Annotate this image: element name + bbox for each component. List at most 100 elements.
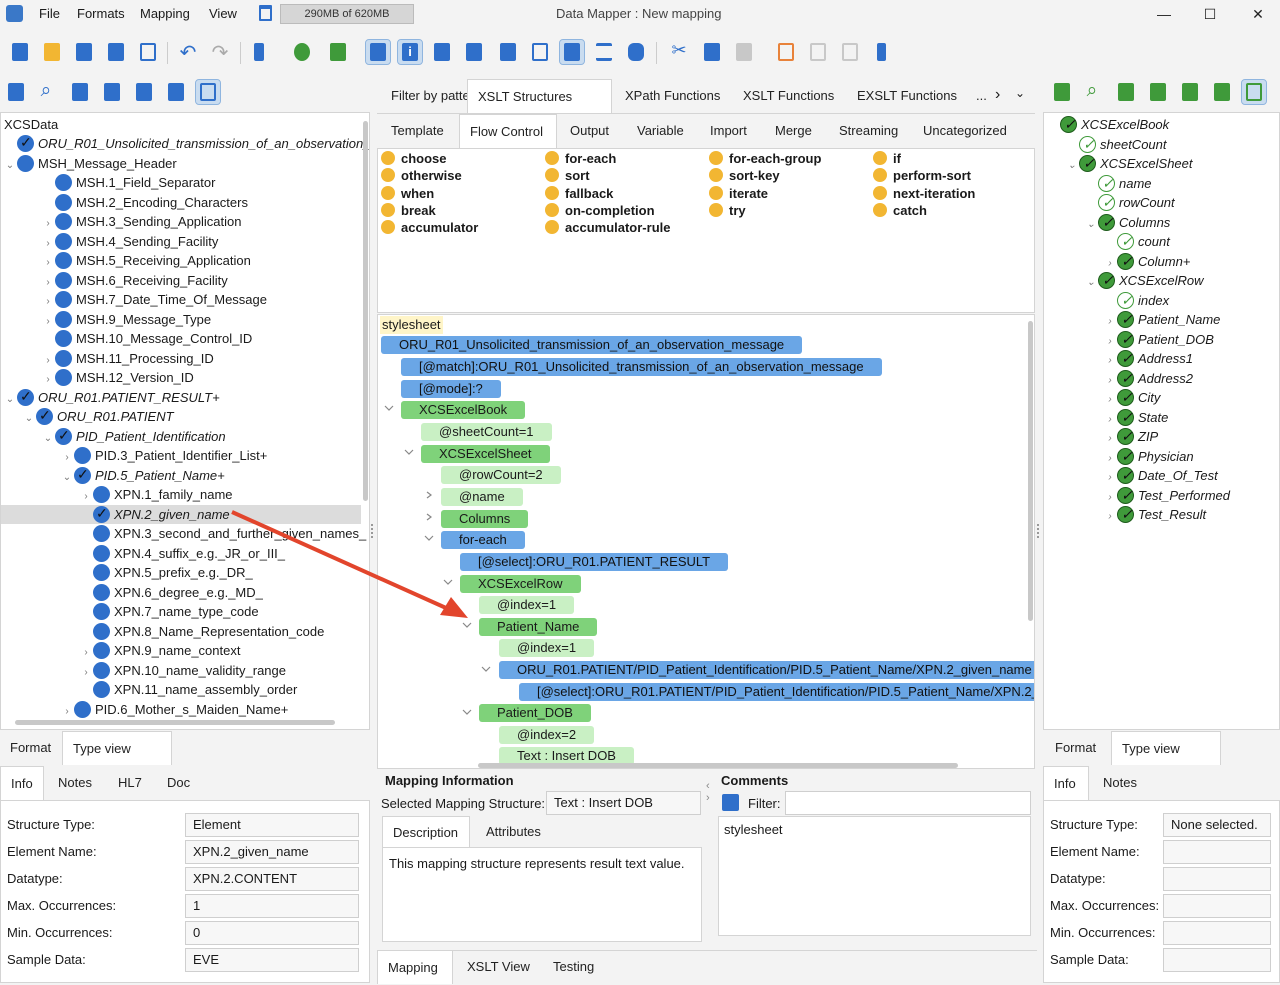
property-value[interactable]: 1 bbox=[185, 894, 359, 918]
expand-icon[interactable]: › bbox=[41, 253, 55, 272]
paste-icon[interactable] bbox=[732, 40, 756, 64]
target-tree-row[interactable]: › City bbox=[1044, 388, 1274, 407]
expand-icon[interactable]: ⌄ bbox=[1084, 215, 1098, 234]
undo-icon[interactable]: ↶ bbox=[176, 40, 200, 64]
expand-icon[interactable]: ⌄ bbox=[22, 409, 36, 428]
tree-row[interactable]: › PID.6_Mother_s_Maiden_Name+ bbox=[1, 700, 361, 719]
expand-icon[interactable]: › bbox=[1103, 351, 1117, 370]
tab-notes-right[interactable]: Notes bbox=[1093, 766, 1147, 800]
tab-uncategorized[interactable]: Uncategorized bbox=[913, 114, 1017, 148]
property-value[interactable] bbox=[1163, 948, 1271, 972]
flow-item[interactable]: iterate bbox=[709, 185, 768, 201]
tree-row[interactable]: XPN.5_prefix_e.g._DR_ bbox=[1, 563, 361, 582]
tree-view-icon[interactable] bbox=[195, 79, 221, 105]
cut-icon[interactable]: ✂ bbox=[667, 40, 691, 64]
memory-indicator[interactable]: 290MB of 620MB bbox=[280, 4, 414, 24]
chart-icon[interactable] bbox=[430, 40, 454, 64]
tab-testing[interactable]: Testing bbox=[543, 950, 604, 984]
property-value[interactable]: None selected. bbox=[1163, 813, 1271, 837]
property-value[interactable]: Element bbox=[185, 813, 359, 837]
xslt-view-icon[interactable] bbox=[559, 39, 585, 65]
tab-type-view-right[interactable]: Type view bbox=[1111, 731, 1221, 765]
expand-icon[interactable]: › bbox=[60, 448, 74, 467]
tree-row[interactable]: XPN.6_degree_e.g._MD_ bbox=[1, 583, 361, 602]
target-settings-icon[interactable] bbox=[1210, 80, 1234, 104]
tab-type-view[interactable]: Type view bbox=[62, 731, 172, 765]
tree-row[interactable]: XPN.3_second_and_further_given_names_ bbox=[1, 524, 366, 543]
minimize-icon[interactable]: — bbox=[1152, 3, 1176, 25]
expand-icon[interactable]: › bbox=[41, 214, 55, 233]
property-value[interactable]: EVE bbox=[185, 948, 359, 972]
tab-import[interactable]: Import bbox=[700, 114, 757, 148]
target-tree-row[interactable]: ⌄ XCSExcelRow bbox=[1044, 271, 1274, 290]
split-view-icon[interactable] bbox=[250, 40, 274, 64]
expand-icon[interactable]: ⌄ bbox=[60, 468, 74, 487]
target-tree-row[interactable]: › Address1 bbox=[1044, 349, 1274, 368]
expand-icon[interactable]: › bbox=[79, 643, 93, 662]
flow-item[interactable]: next-iteration bbox=[873, 185, 975, 201]
target-tree-row[interactable]: › Patient_Name bbox=[1044, 310, 1274, 329]
expand-icon[interactable]: › bbox=[1103, 312, 1117, 331]
comment-item[interactable]: stylesheet bbox=[724, 822, 1025, 837]
stats-icon[interactable] bbox=[100, 80, 124, 104]
canvas-vertical-scrollbar[interactable] bbox=[1028, 321, 1033, 621]
tree-row[interactable]: › XPN.1_family_name bbox=[1, 485, 361, 504]
tree-row[interactable]: XPN.11_name_assembly_order bbox=[1, 680, 361, 699]
target-tree-row[interactable]: › Test_Result bbox=[1044, 505, 1274, 524]
tree-row[interactable]: ⌄ PID.5_Patient_Name+ bbox=[1, 465, 361, 487]
target-document-icon[interactable] bbox=[1050, 80, 1074, 104]
tree-row[interactable]: ⌄ ORU_R01.PATIENT bbox=[1, 406, 361, 428]
tab-xslt-view[interactable]: XSLT View bbox=[457, 950, 540, 984]
settings-icon[interactable] bbox=[164, 80, 188, 104]
tree-row[interactable]: › XPN.9_name_context bbox=[1, 641, 361, 660]
expand-icon[interactable]: › bbox=[1103, 410, 1117, 429]
expand-icon[interactable]: › bbox=[79, 663, 93, 682]
trash-icon[interactable] bbox=[259, 5, 272, 21]
tree-row[interactable]: XPN.8_Name_Representation_code bbox=[1, 622, 361, 641]
menu-mapping[interactable]: Mapping bbox=[140, 6, 190, 21]
flow-item[interactable]: on-completion bbox=[545, 202, 655, 218]
flow-item[interactable]: accumulator bbox=[381, 220, 478, 235]
maximize-icon[interactable]: ☐ bbox=[1198, 3, 1222, 25]
tab-streaming[interactable]: Streaming bbox=[829, 114, 908, 148]
collapse-arrow-icons[interactable]: ‹ › bbox=[706, 780, 714, 804]
tree-row[interactable]: › MSH.7_Date_Time_Of_Message bbox=[1, 290, 361, 309]
tab-notes[interactable]: Notes bbox=[48, 766, 102, 800]
list-icon[interactable] bbox=[870, 40, 894, 64]
flow-item[interactable]: fallback bbox=[545, 185, 613, 201]
tab-format-right[interactable]: Format bbox=[1045, 731, 1106, 765]
move-down-icon[interactable] bbox=[838, 40, 862, 64]
expand-icon[interactable]: ⌄ bbox=[1065, 156, 1079, 175]
target-tree-row[interactable]: count bbox=[1044, 232, 1274, 251]
expand-icon[interactable]: › bbox=[41, 292, 55, 311]
expand-icon[interactable]: › bbox=[41, 234, 55, 253]
tab-output[interactable]: Output bbox=[560, 114, 619, 148]
chevron-right-icon[interactable]: › bbox=[995, 86, 1000, 104]
target-tree-row[interactable]: sheetCount bbox=[1044, 135, 1274, 154]
expand-icon[interactable]: › bbox=[1103, 488, 1117, 507]
flow-item[interactable]: choose bbox=[381, 151, 447, 166]
target-tree-row[interactable]: › Date_Of_Test bbox=[1044, 466, 1274, 485]
target-tree-row[interactable]: rowCount bbox=[1044, 193, 1274, 212]
import-icon[interactable] bbox=[774, 40, 798, 64]
tree-row[interactable]: MSH.2_Encoding_Characters bbox=[1, 193, 361, 212]
tree-row[interactable]: › MSH.12_Version_ID bbox=[1, 368, 361, 387]
tab-mapping[interactable]: Mapping bbox=[377, 950, 453, 984]
copy-icon[interactable] bbox=[700, 40, 724, 64]
selected-structure-field[interactable]: Text : Insert DOB bbox=[546, 791, 701, 815]
tab-hl7[interactable]: HL7 bbox=[108, 766, 152, 800]
tree-row[interactable]: › MSH.4_Sending_Facility bbox=[1, 232, 361, 251]
mapping-canvas[interactable]: stylesheet ORU_R01_Unsolicited_transmiss… bbox=[377, 314, 1035, 769]
tab-xslt-structures[interactable]: XSLT Structures bbox=[467, 79, 612, 113]
tree-row[interactable]: ORU_R01_Unsolicited_transmission_of_an_o… bbox=[1, 133, 369, 153]
tab-format[interactable]: Format bbox=[0, 731, 61, 765]
database-icon[interactable] bbox=[624, 40, 648, 64]
expand-icon[interactable]: › bbox=[1103, 254, 1117, 273]
tab-info[interactable]: Info bbox=[0, 766, 44, 800]
tab-variable[interactable]: Variable bbox=[627, 114, 694, 148]
target-tree-row[interactable]: › Physician bbox=[1044, 447, 1274, 466]
tree-row[interactable]: › PID.3_Patient_Identifier_List+ bbox=[1, 446, 361, 465]
flow-item[interactable]: for-each-group bbox=[709, 151, 821, 166]
flow-item[interactable]: perform-sort bbox=[873, 168, 971, 183]
vertical-scrollbar[interactable] bbox=[363, 121, 368, 501]
